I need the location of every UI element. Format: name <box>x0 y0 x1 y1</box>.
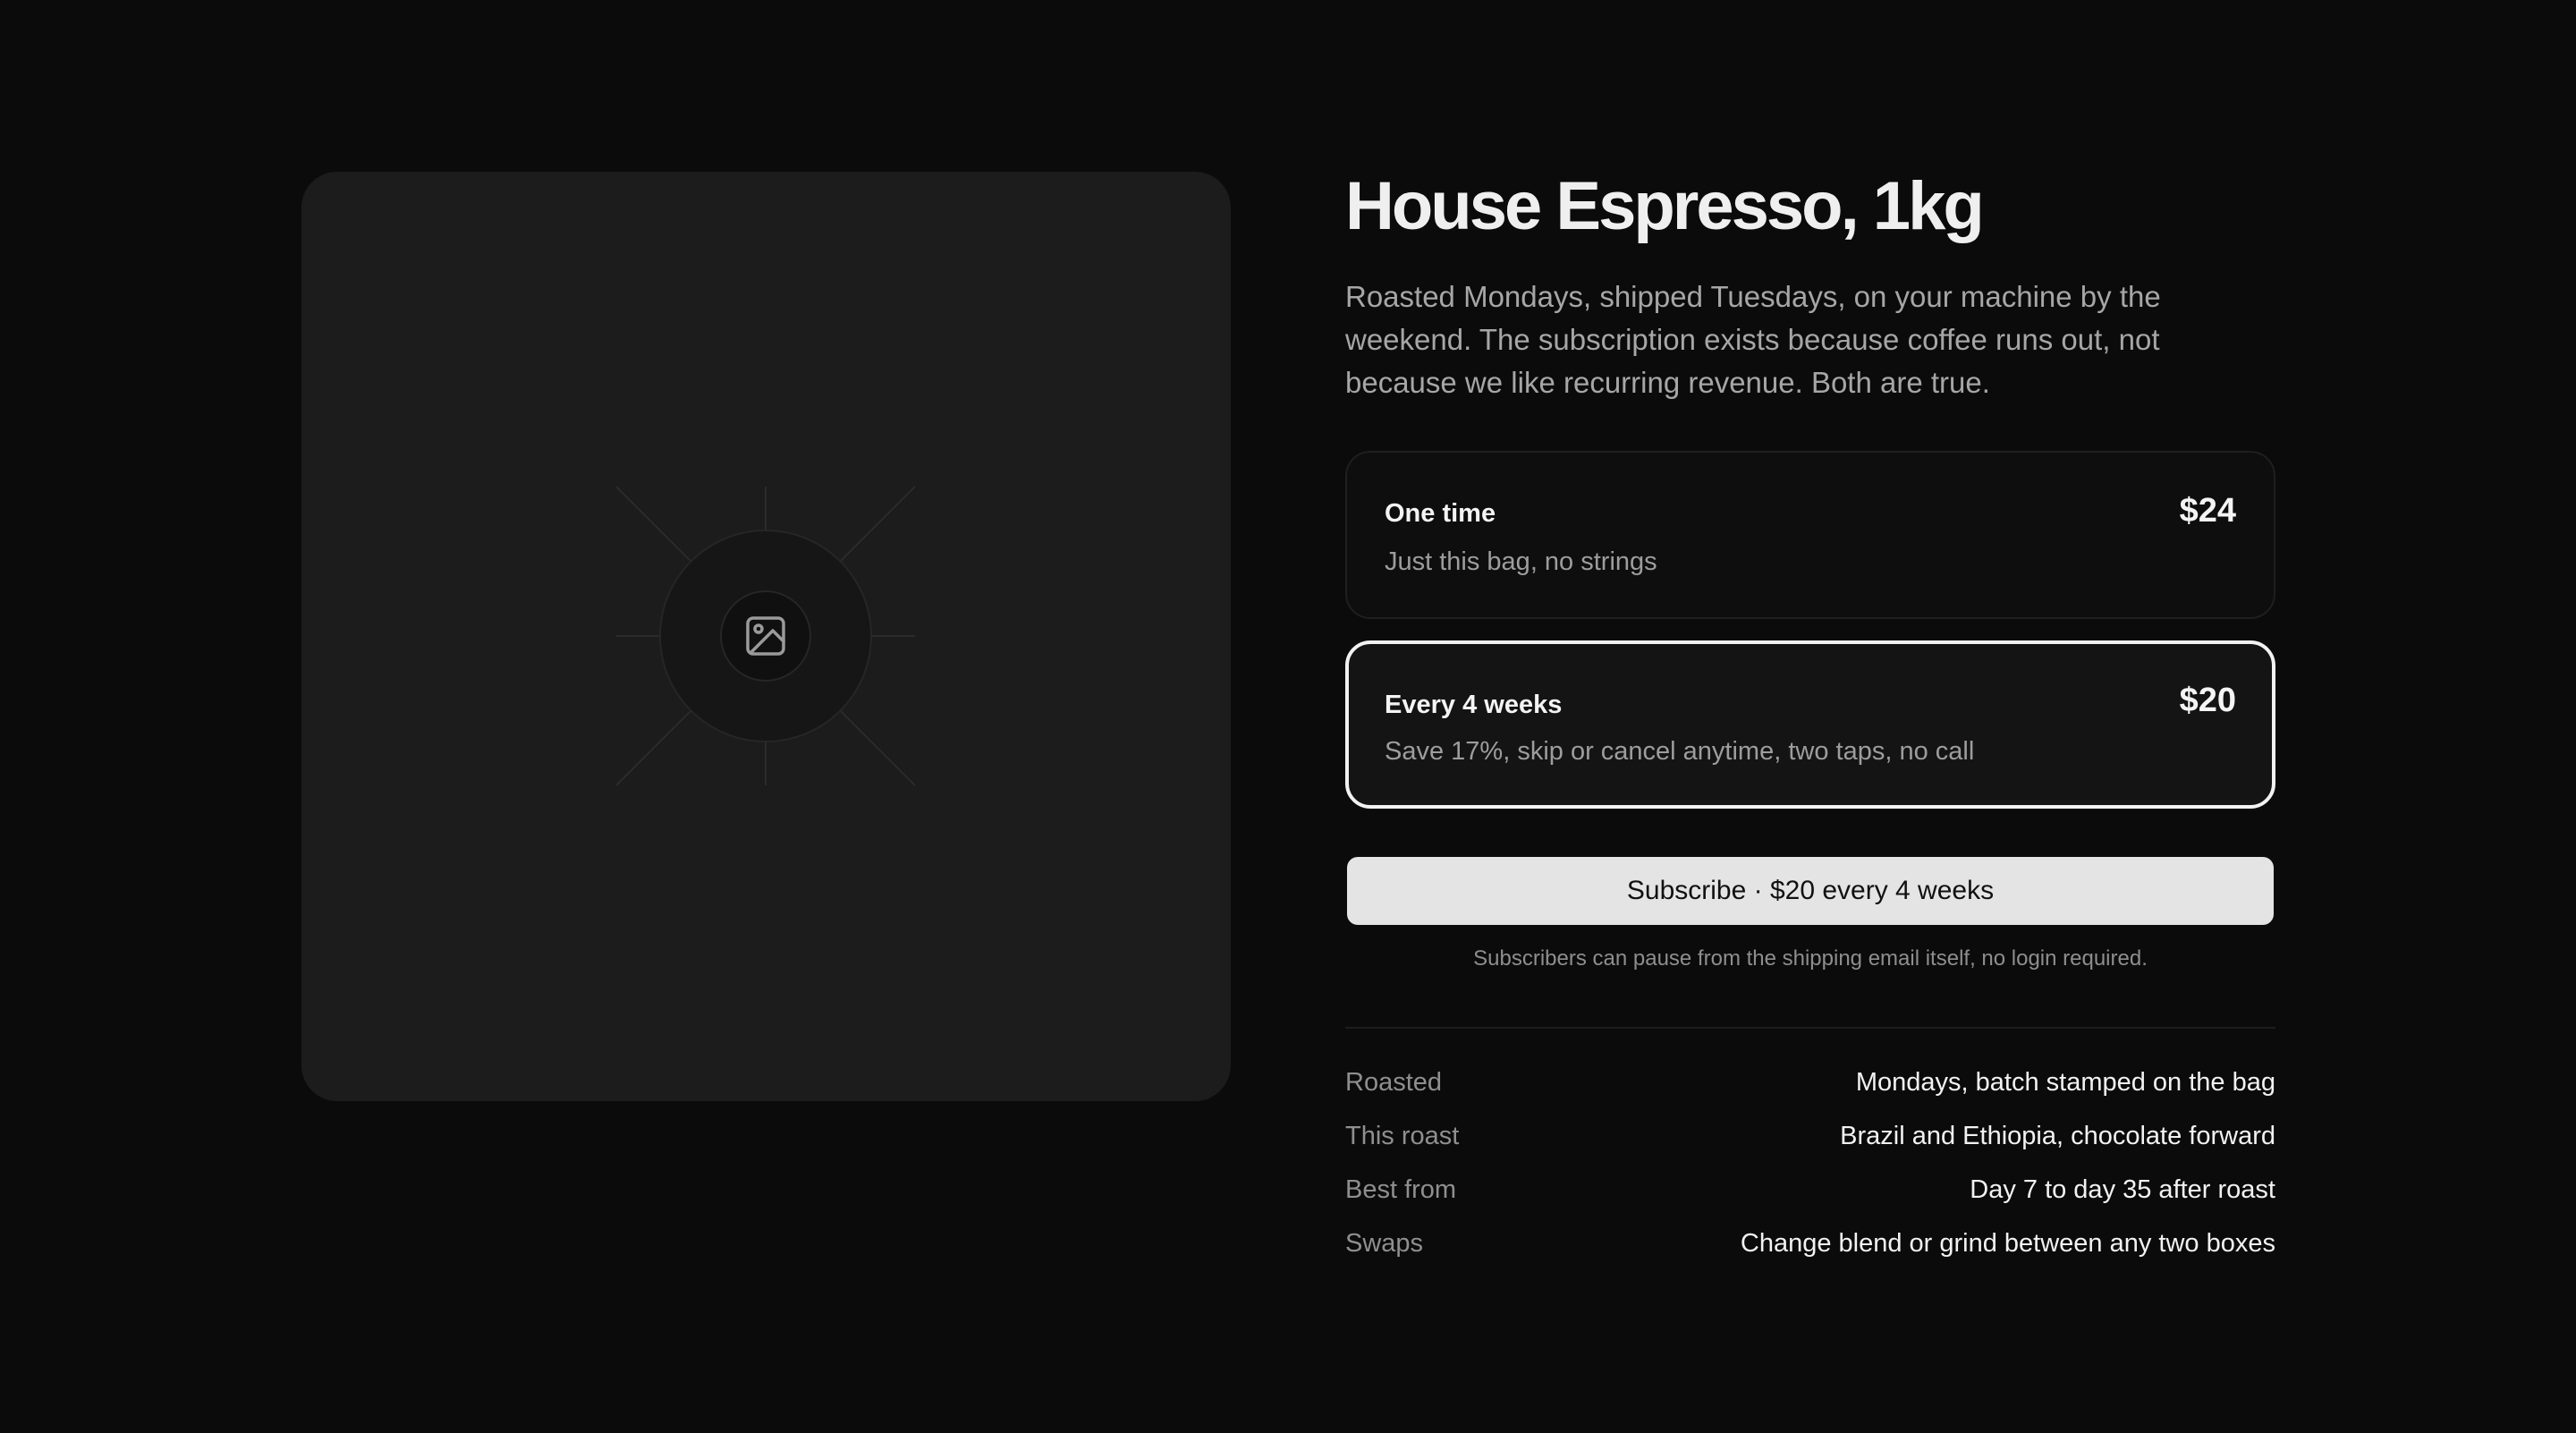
spec-value: Day 7 to day 35 after roast <box>1970 1174 2275 1204</box>
spec-value: Change blend or grind between any two bo… <box>1740 1228 2275 1258</box>
subscribe-button[interactable]: Subscribe · $20 every 4 weeks <box>1347 857 2274 925</box>
divider <box>1345 1027 2275 1029</box>
spec-row: Best from Day 7 to day 35 after roast <box>1345 1163 2275 1217</box>
spec-label: This roast <box>1345 1121 1460 1150</box>
spec-row: Roasted Mondays, batch stamped on the ba… <box>1345 1056 2275 1109</box>
spec-value: Mondays, batch stamped on the bag <box>1855 1067 2275 1097</box>
product-info: House Espresso, 1kg Roasted Mondays, shi… <box>1345 166 2275 1258</box>
spec-row: Swaps Change blend or grind between any … <box>1345 1217 2275 1270</box>
subscribe-note: Subscribers can pause from the shipping … <box>1473 946 2148 971</box>
product-page: House Espresso, 1kg Roasted Mondays, shi… <box>0 0 2576 1433</box>
spec-label: Roasted <box>1345 1067 1443 1097</box>
option-price: $20 <box>2179 682 2236 719</box>
option-name: One time <box>1385 499 1496 528</box>
spec-label: Best from <box>1345 1174 1457 1204</box>
spec-label: Swaps <box>1345 1228 1424 1258</box>
option-one-time[interactable]: One time Just this bag, no strings $24 <box>1345 451 2275 619</box>
product-title: House Espresso, 1kg <box>1345 168 1985 244</box>
spec-row: This roast Brazil and Ethiopia, chocolat… <box>1345 1109 2275 1163</box>
option-subtitle: Just this bag, no strings <box>1385 547 1657 576</box>
spec-value: Brazil and Ethiopia, chocolate forward <box>1840 1121 2275 1150</box>
option-every-4-weeks[interactable]: Every 4 weeks Save 17%, skip or cancel a… <box>1345 640 2275 809</box>
option-subtitle: Save 17%, skip or cancel anytime, two ta… <box>1385 737 1975 766</box>
option-price: $24 <box>2179 492 2236 530</box>
spec-list: Roasted Mondays, batch stamped on the ba… <box>1345 1056 2275 1270</box>
product-description: Roasted Mondays, shipped Tuesdays, on yo… <box>1345 280 2161 399</box>
image-placeholder-graphic <box>615 486 916 786</box>
product-image-placeholder <box>301 172 1231 1101</box>
option-name: Every 4 weeks <box>1385 691 1563 719</box>
